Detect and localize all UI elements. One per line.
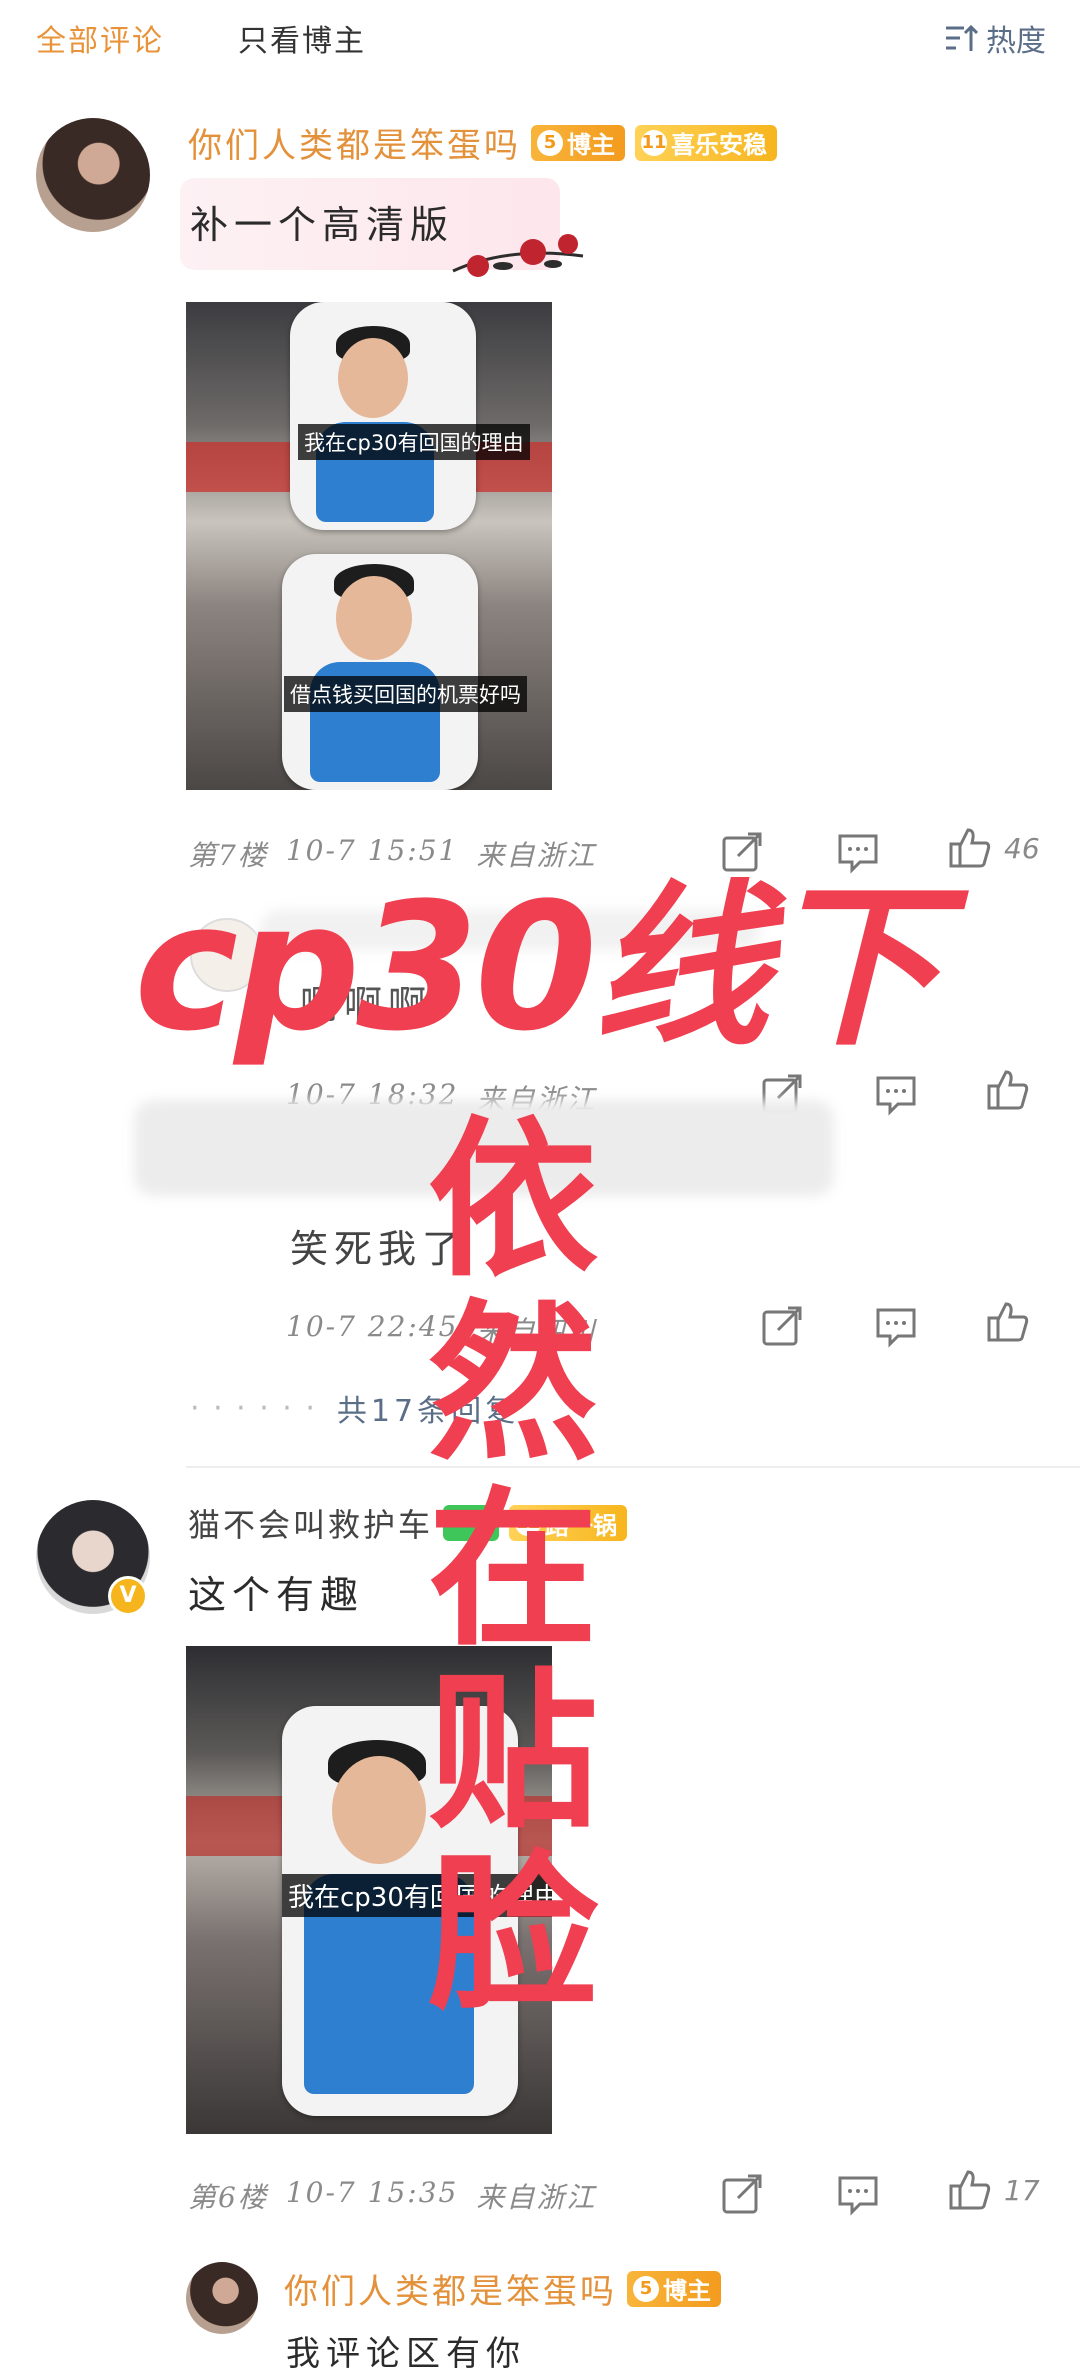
photo-caption: 我在cp30有回国的理由 [298,424,530,460]
avatar[interactable] [36,118,150,232]
blogger-badge: 5 博主 [531,124,625,161]
overlay-char: 然 [428,1286,599,1484]
verified-icon: V [108,1576,148,1616]
like-count: 46 [1004,831,1040,865]
share-icon[interactable] [720,2172,764,2216]
floor-number: 第6楼 [188,2181,268,2214]
like-button[interactable]: 46 [948,826,1040,870]
rose-decoration-icon [452,234,584,277]
thumbs-up-icon[interactable] [986,1300,1030,1344]
overlay-char: 在 [428,1472,599,1670]
dots-decoration: · · · · · · [190,1390,317,1426]
username[interactable]: 你们人类都是笨蛋吗 [284,2264,617,2313]
comment-text: 这个有趣 [188,1573,365,1617]
tab-blogger-only[interactable]: 只看博主 [238,16,366,60]
tab-all-comments[interactable]: 全部评论 [36,16,164,60]
badge-label: 博主 [567,131,615,159]
comment-icon[interactable] [874,1072,918,1116]
badge-level: 5 [633,2275,659,2302]
divider [186,1466,1080,1468]
overlay-headline: cp30线下 [134,865,941,1070]
blogger-badge: 5 博主 [627,2270,721,2307]
overlay-char: 贴 [428,1654,599,1852]
fan-badge: 11 喜乐安稳 [635,124,777,161]
username[interactable]: 你们人类都是笨蛋吗 [188,118,521,167]
like-button[interactable]: 17 [948,2168,1040,2212]
overlay-char: 依 [428,1102,599,1300]
sort-label: 热度 [986,24,1046,59]
avatar[interactable] [186,2262,258,2334]
reply-text: 我评论区有你 [286,2334,526,2374]
badge-level: 5 [537,129,563,156]
like-count: 17 [1004,2173,1040,2207]
timestamp: 10-7 15:35 [285,2176,459,2209]
badge-label: 博主 [663,2277,711,2305]
overlay-char: 脸 [428,1836,599,2034]
sort-by-hot[interactable]: 热度 [944,16,1046,60]
photo-caption: 借点钱买回国的机票好吗 [284,676,527,712]
sort-icon [946,24,978,51]
comment-photo[interactable]: 我在cp30有回国的理由 借点钱买回国的机票好吗 [186,302,552,790]
share-icon[interactable] [760,1304,804,1348]
location: 来自浙江 [476,2181,597,2214]
badge-label: 喜乐安稳 [671,131,767,159]
thumbs-up-icon[interactable] [986,1068,1030,1112]
thumbs-up-icon [949,828,991,868]
thumbs-up-icon [949,2170,991,2210]
username[interactable]: 猫不会叫救护车 [188,1500,433,1546]
badge-level: 11 [641,129,667,156]
comment-icon[interactable] [836,2172,880,2216]
comment-text: 补一个高清版 [190,203,455,247]
comment-icon[interactable] [874,1304,918,1348]
